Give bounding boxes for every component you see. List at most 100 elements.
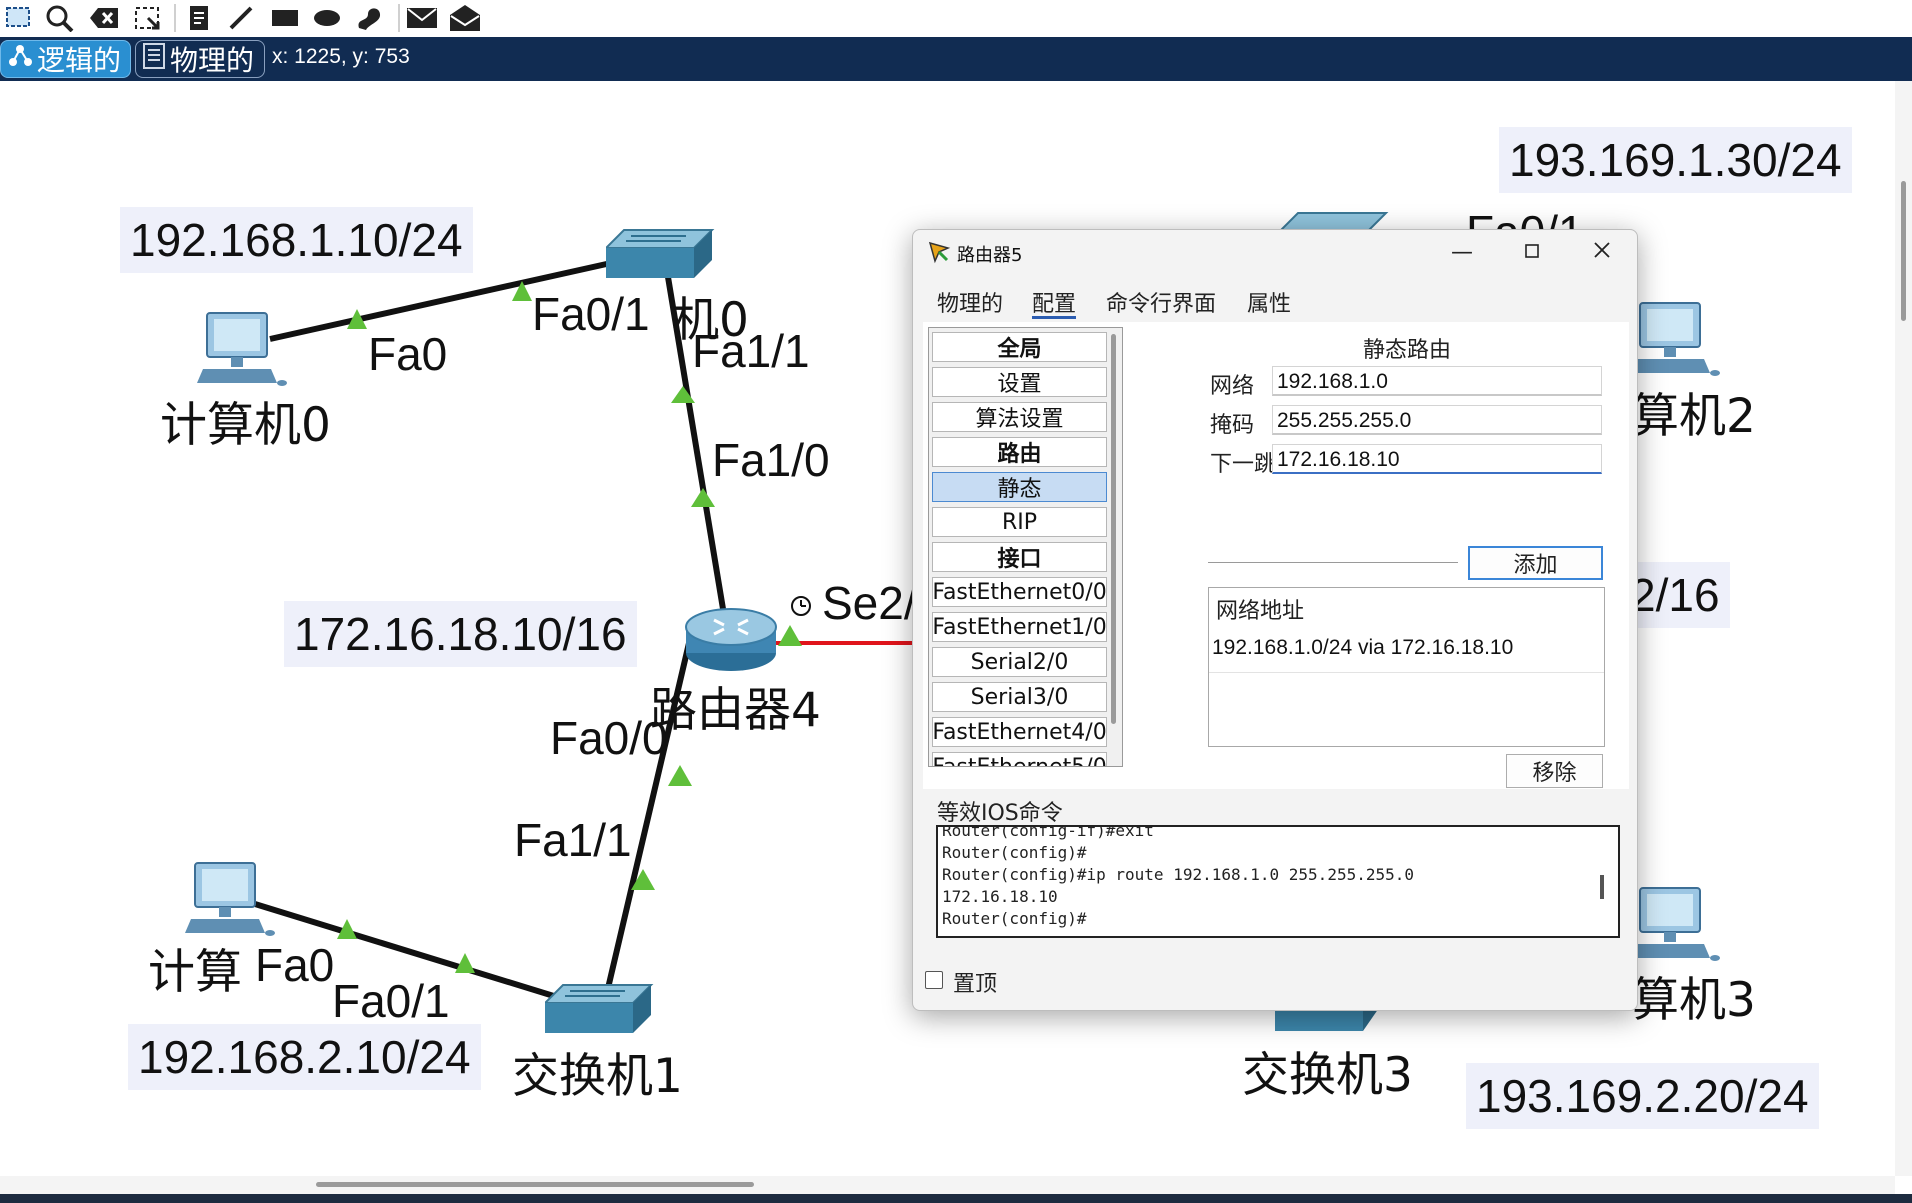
ip-label[interactable]: 193.169.2.20/24	[1466, 1063, 1819, 1129]
config-panel: 全局 设置 算法设置 路由 静态 RIP 接口 FastEthernet0/0 …	[923, 322, 1629, 789]
router-icon[interactable]	[684, 605, 779, 679]
dialog-titlebar[interactable]: 路由器5 —	[913, 230, 1637, 274]
device-name-pc0: 计算机0	[160, 398, 331, 453]
port-status-sw1-fa0-1	[455, 953, 475, 973]
device-name-pc2: 算机2	[1632, 389, 1756, 444]
logical-mode-label: 逻辑的	[37, 44, 122, 77]
pc-icon[interactable]	[1630, 886, 1722, 970]
workspace-mode-bar: 逻辑的 物理的 x: 1225, y: 753	[0, 37, 1912, 81]
add-button[interactable]: 添加	[1468, 546, 1603, 580]
row-divider	[1209, 672, 1604, 673]
remove-button[interactable]: 移除	[1506, 754, 1603, 788]
resize-icon[interactable]	[130, 2, 164, 34]
tab-config[interactable]: 配置	[1032, 286, 1077, 319]
port-label: Fa0	[368, 328, 448, 380]
toolbar-separator	[398, 4, 400, 32]
port-label: Fa0/1	[532, 288, 650, 340]
device-name-pc3: 算机3	[1632, 973, 1756, 1028]
vertical-scroll-thumb[interactable]	[1901, 181, 1906, 321]
switch-icon[interactable]	[603, 226, 716, 288]
freeform-icon[interactable]	[352, 2, 386, 34]
tab-physical[interactable]: 物理的	[937, 286, 1003, 317]
ios-commands-output[interactable]: Router(config-if)#exit Router(config)# R…	[936, 825, 1620, 938]
select-icon[interactable]	[2, 2, 36, 34]
nav-routing[interactable]: 路由	[932, 437, 1107, 467]
port-status-r4-se2	[778, 625, 802, 646]
nav-algorithm-settings[interactable]: 算法设置	[932, 402, 1107, 432]
rectangle-icon[interactable]	[268, 2, 302, 34]
clock-icon	[791, 596, 811, 616]
nav-serial2-0[interactable]: Serial2/0	[932, 647, 1107, 677]
note-icon[interactable]	[182, 2, 216, 34]
separator	[1208, 562, 1458, 563]
nav-interface[interactable]: 接口	[932, 542, 1107, 572]
ip-label[interactable]: 192.168.1.10/24	[120, 207, 473, 273]
ios-commands-label: 等效IOS命令	[937, 801, 1063, 826]
nav-fastethernet5-0[interactable]: FastEthernet5/0	[932, 752, 1107, 766]
horizontal-scroll-thumb[interactable]	[316, 1182, 754, 1187]
port-label: Fa0/1	[332, 975, 450, 1027]
dialog-title: 路由器5	[957, 245, 1023, 266]
tab-cli[interactable]: 命令行界面	[1106, 286, 1216, 317]
ellipse-icon[interactable]	[310, 2, 344, 34]
nav-fastethernet0-0[interactable]: FastEthernet0/0	[932, 577, 1107, 607]
ios-line: 172.16.18.10	[942, 887, 1058, 906]
close-button[interactable]	[1567, 230, 1637, 274]
physical-mode-tab[interactable]: 物理的	[135, 40, 265, 78]
route-entry[interactable]: 192.168.1.0/24 via 172.16.18.10	[1212, 636, 1513, 660]
port-status-r4-fa1-0	[691, 488, 715, 507]
zoom-icon[interactable]	[43, 2, 77, 34]
port-label: Fa1/0	[712, 434, 830, 486]
always-on-top-checkbox[interactable]	[925, 971, 943, 989]
ip-label[interactable]: 193.169.1.30/24	[1499, 127, 1852, 193]
mask-input[interactable]: 255.255.255.0	[1272, 405, 1602, 435]
nav-static[interactable]: 静态	[932, 472, 1107, 502]
port-status-sw0-fa1-1	[671, 386, 695, 403]
nav-fastethernet4-0[interactable]: FastEthernet4/0	[932, 717, 1107, 747]
delete-icon[interactable]	[87, 2, 121, 34]
minimize-button[interactable]: —	[1427, 230, 1497, 274]
nav-scrollbar[interactable]	[1111, 334, 1116, 724]
ios-line: Router(config)#	[942, 843, 1087, 862]
nav-settings[interactable]: 设置	[932, 367, 1107, 397]
next-hop-input[interactable]: 172.16.18.10	[1272, 444, 1602, 474]
tab-attributes[interactable]: 属性	[1247, 286, 1291, 317]
mask-label: 掩码	[1210, 413, 1255, 438]
minimize-icon: —	[1451, 239, 1473, 265]
nav-global[interactable]: 全局	[932, 332, 1107, 362]
config-nav-list[interactable]: 全局 设置 算法设置 路由 静态 RIP 接口 FastEthernet0/0 …	[928, 327, 1123, 767]
device-name-pc1: 计算	[148, 945, 242, 1000]
ios-scroll-thumb[interactable]	[1600, 875, 1604, 899]
port-label: Se2/	[822, 577, 917, 629]
device-name-router4: 路由器4	[650, 683, 821, 738]
port-status-r4-fa0-0	[668, 765, 692, 786]
ip-label[interactable]: 192.168.2.10/24	[128, 1024, 481, 1090]
next-hop-label: 下一跳	[1210, 452, 1277, 477]
logical-mode-tab[interactable]: 逻辑的	[0, 40, 131, 78]
device-name-switch1: 交换机1	[512, 1049, 683, 1104]
pc-icon[interactable]	[197, 311, 289, 395]
static-route-title: 静态路由	[1363, 338, 1452, 363]
nav-serial3-0[interactable]: Serial3/0	[932, 682, 1107, 712]
pc-icon[interactable]	[1630, 301, 1722, 385]
physical-icon	[142, 42, 166, 77]
toolbar-separator	[174, 4, 176, 32]
nav-fastethernet1-0[interactable]: FastEthernet1/0	[932, 612, 1107, 642]
maximize-button[interactable]	[1497, 230, 1567, 274]
main-toolbar	[0, 0, 1912, 37]
maximize-icon	[1524, 240, 1540, 265]
nav-rip[interactable]: RIP	[932, 507, 1107, 537]
network-label: 网络	[1210, 374, 1255, 399]
vertical-scrollbar[interactable]	[1895, 81, 1912, 1176]
email-icon[interactable]	[405, 2, 439, 34]
device-name-switch3: 交换机3	[1242, 1048, 1413, 1103]
switch-icon[interactable]	[542, 981, 655, 1043]
network-input[interactable]: 192.168.1.0	[1272, 366, 1602, 396]
line-icon[interactable]	[224, 2, 258, 34]
ip-label[interactable]: 172.16.18.10/16	[284, 601, 637, 667]
open-email-icon[interactable]	[448, 2, 482, 34]
route-table[interactable]: 网络地址 192.168.1.0/24 via 172.16.18.10	[1208, 587, 1605, 747]
horizontal-scrollbar[interactable]	[0, 1176, 1895, 1194]
ios-line: Router(config)#	[942, 909, 1087, 928]
port-label: Fa0/0	[550, 712, 668, 764]
